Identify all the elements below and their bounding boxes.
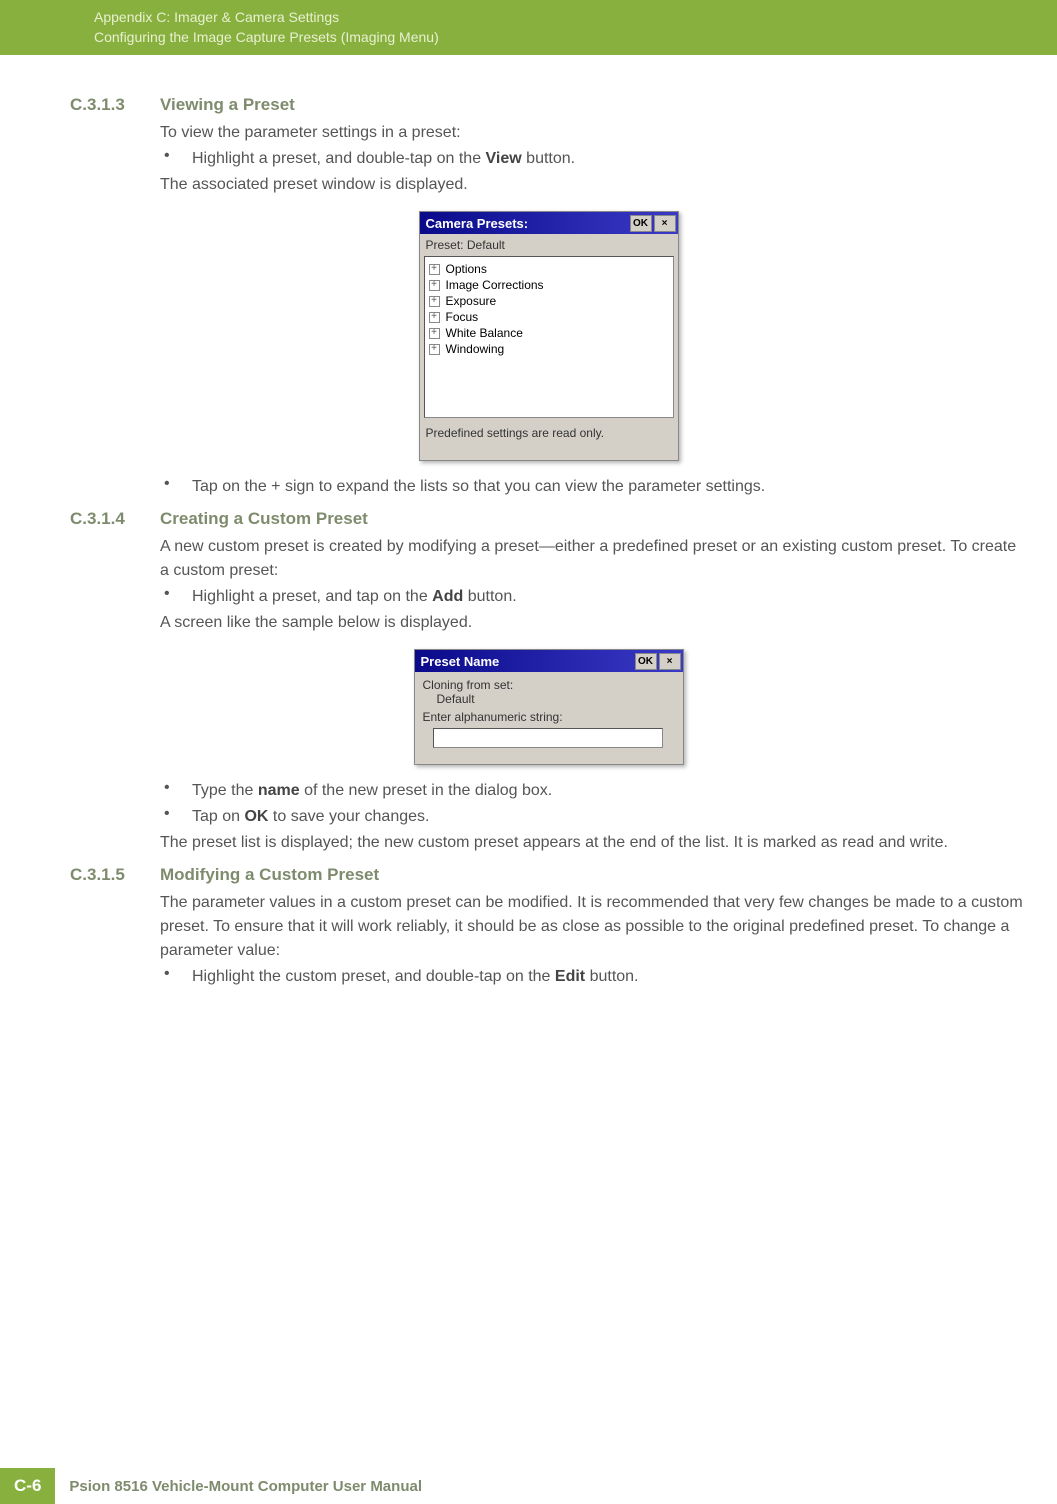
close-icon[interactable]: × [654,215,676,232]
bold-text: name [258,782,300,799]
dialog-footer-text: Predefined settings are read only. [420,418,678,460]
bullet-text: Tap on OK to save your changes. [192,805,429,829]
ok-button[interactable]: OK [635,653,657,670]
paragraph: A screen like the sample below is displa… [160,611,1027,635]
text: button. [463,588,516,605]
paragraph: The associated preset window is displaye… [160,173,1027,197]
preset-name-dialog: Preset Name OK × Cloning from set: Defau… [414,649,684,765]
tree-label: White Balance [446,326,523,340]
text: of the new preset in the dialog box. [300,782,553,799]
bold-text: View [486,150,522,167]
bullet-icon: • [160,779,192,803]
text: Tap on [192,808,244,825]
paragraph: The parameter values in a custom preset … [160,891,1027,963]
dialog-title: Camera Presets: [426,216,628,231]
dialog-titlebar: Camera Presets: OK × [420,212,678,234]
bold-text: Add [432,588,463,605]
camera-presets-dialog: Camera Presets: OK × Preset: Default + Op… [419,211,679,461]
dialog-title: Preset Name [421,654,633,669]
bullet-text: Type the name of the new preset in the d… [192,779,552,803]
preset-label: Preset: Default [420,234,678,256]
preset-name-input[interactable] [433,728,663,748]
header-line-2: Configuring the Image Capture Presets (I… [94,28,1057,48]
tree-item[interactable]: + Exposure [429,293,669,309]
section-title: Modifying a Custom Preset [160,865,379,885]
tree-item[interactable]: + Windowing [429,341,669,357]
page-header: Appendix C: Imager & Camera Settings Con… [0,0,1057,55]
tree-label: Exposure [446,294,497,308]
tree-item[interactable]: + Image Corrections [429,277,669,293]
bullet-icon: • [160,965,192,989]
footer-text: Psion 8516 Vehicle-Mount Computer User M… [55,1478,422,1495]
tree-label: Focus [446,310,479,324]
section-title: Viewing a Preset [160,95,295,115]
paragraph: To view the parameter settings in a pres… [160,121,1027,145]
ok-button[interactable]: OK [630,215,652,232]
bullet-icon: • [160,147,192,171]
expand-icon[interactable]: + [429,312,440,323]
tree-item[interactable]: + Options [429,261,669,277]
expand-icon[interactable]: + [429,344,440,355]
header-line-1: Appendix C: Imager & Camera Settings [94,8,1057,28]
bullet-icon: • [160,585,192,609]
section-title: Creating a Custom Preset [160,509,368,529]
bullet-icon: • [160,475,192,499]
expand-icon[interactable]: + [429,328,440,339]
close-icon[interactable]: × [659,653,681,670]
expand-icon[interactable]: + [429,264,440,275]
expand-icon[interactable]: + [429,280,440,291]
dialog-titlebar: Preset Name OK × [415,650,683,672]
bullet-text: Highlight the custom preset, and double-… [192,965,639,989]
bold-text: Edit [555,968,585,985]
tree-item[interactable]: + Focus [429,309,669,325]
paragraph: A new custom preset is created by modify… [160,535,1027,583]
text: Highlight the custom preset, and double-… [192,968,555,985]
bullet-text: Highlight a preset, and tap on the Add b… [192,585,517,609]
section-number: C.3.1.4 [70,509,160,529]
page-number: C-6 [0,1468,55,1504]
section-number: C.3.1.5 [70,865,160,885]
cloning-label: Cloning from set: [423,678,675,692]
section-number: C.3.1.3 [70,95,160,115]
bold-text: OK [244,808,268,825]
tree-label: Windowing [446,342,505,356]
expand-icon[interactable]: + [429,296,440,307]
bullet-icon: • [160,805,192,829]
cloning-value: Default [423,692,675,706]
page-footer: C-6 Psion 8516 Vehicle-Mount Computer Us… [0,1468,1057,1504]
preset-tree: + Options + Image Corrections + Exposure + F… [424,256,674,418]
text: Highlight a preset, and double-tap on th… [192,150,486,167]
text: button. [585,968,638,985]
enter-string-label: Enter alphanumeric string: [423,710,675,724]
text: Type the [192,782,258,799]
tree-label: Image Corrections [446,278,544,292]
tree-item[interactable]: + White Balance [429,325,669,341]
bullet-text: Highlight a preset, and double-tap on th… [192,147,575,171]
text: to save your changes. [268,808,429,825]
bullet-text: Tap on the + sign to expand the lists so… [192,475,765,499]
text: Highlight a preset, and tap on the [192,588,432,605]
paragraph: The preset list is displayed; the new cu… [160,831,1027,855]
text: button. [522,150,575,167]
tree-label: Options [446,262,487,276]
